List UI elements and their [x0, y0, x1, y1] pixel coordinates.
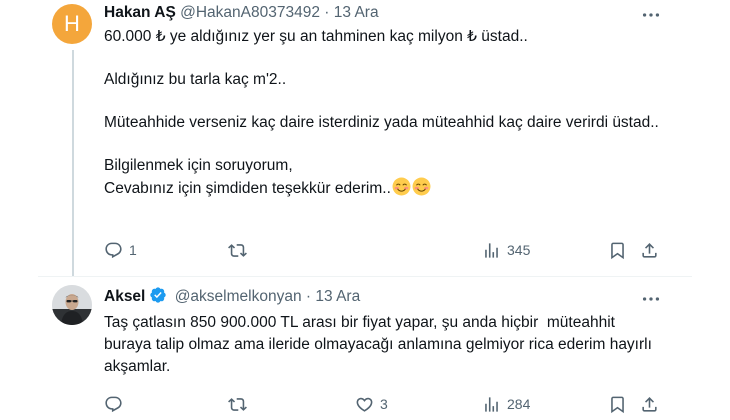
- tweet-actions: 3 284: [100, 392, 670, 416]
- tweet-paragraph: Aldığınız bu tarla kaç m'2..: [104, 71, 287, 88]
- smiling-face-emoji-icon: [412, 177, 431, 196]
- avatar-letter: H: [64, 11, 80, 36]
- like-button[interactable]: [362, 238, 368, 262]
- retweet-button[interactable]: [228, 238, 253, 262]
- tweet-text: 60.000 ₺ ye aldığınız yer şu an tahminen…: [104, 26, 684, 200]
- like-button[interactable]: 3: [355, 392, 388, 416]
- profile-photo-icon: [52, 285, 92, 325]
- tweet-text: Taş çatlasın 850 900.000 TL arası bir fi…: [104, 312, 664, 378]
- reply-button[interactable]: 1: [104, 238, 137, 262]
- smiling-face-emoji-icon: [392, 177, 411, 196]
- tweet-paragraph: Bilgilenmek için soruyorum, Cevabınız iç…: [104, 155, 684, 200]
- reply-count: 1: [129, 242, 137, 258]
- bookmark-icon: [611, 396, 624, 413]
- like-count: 3: [380, 396, 388, 412]
- author-name[interactable]: Aksel: [104, 288, 145, 305]
- heart-icon: [356, 397, 373, 412]
- share-icon: [642, 396, 657, 412]
- tweet-paragraph: 60.000 ₺ ye aldığınız yer şu an tahminen…: [104, 28, 528, 45]
- tweet-date[interactable]: 13 Ara: [334, 4, 379, 21]
- tweet-paragraph: Taş çatlasın 850 900.000 TL arası bir fi…: [104, 314, 657, 375]
- author-handle[interactable]: @akselmelkonyan: [175, 288, 302, 305]
- tweet-hakan[interactable]: H Hakan AŞ @HakanA80373492 · 13 Ara 60.0…: [0, 0, 730, 276]
- tweet-header: Hakan AŞ @HakanA80373492 · 13 Ara: [104, 2, 379, 24]
- avatar-hakan[interactable]: H: [52, 4, 92, 44]
- retweet-icon: [228, 397, 247, 411]
- avatar-aksel[interactable]: [52, 285, 92, 325]
- author-name[interactable]: Hakan AŞ: [104, 4, 176, 21]
- bookmark-button[interactable]: [608, 392, 627, 416]
- share-icon: [642, 242, 657, 258]
- more-options-icon[interactable]: [640, 288, 662, 310]
- views-count: 345: [507, 242, 531, 258]
- views-count: 284: [507, 396, 531, 412]
- share-button[interactable]: [640, 238, 659, 262]
- tweet-actions: 1 345: [100, 238, 670, 262]
- retweet-icon: [228, 243, 247, 257]
- tweet-date[interactable]: 13 Ara: [315, 288, 360, 305]
- author-handle[interactable]: @HakanA80373492: [180, 4, 320, 21]
- views-button[interactable]: 345: [482, 238, 530, 262]
- verified-badge-icon: [150, 287, 167, 303]
- separator-dot: ·: [305, 288, 312, 305]
- tweet-paragraph: Müteahhide verseniz kaç daire isterdiniz…: [104, 114, 659, 131]
- more-options-icon[interactable]: [640, 4, 662, 26]
- tweet-paragraph-text: Bilgilenmek için soruyorum, Cevabınız iç…: [104, 157, 391, 197]
- views-chart-icon: [485, 242, 498, 258]
- separator-dot: ·: [324, 4, 330, 21]
- reply-icon: [105, 242, 122, 258]
- bookmark-button[interactable]: [608, 238, 627, 262]
- share-button[interactable]: [640, 392, 659, 416]
- reply-icon: [105, 396, 122, 412]
- bookmark-icon: [611, 242, 624, 259]
- views-chart-icon: [485, 396, 498, 412]
- reply-button[interactable]: [104, 392, 129, 416]
- retweet-button[interactable]: [228, 392, 253, 416]
- tweet-header: Aksel @akselmelkonyan · 13 Ara: [104, 286, 360, 308]
- views-button[interactable]: 284: [482, 392, 530, 416]
